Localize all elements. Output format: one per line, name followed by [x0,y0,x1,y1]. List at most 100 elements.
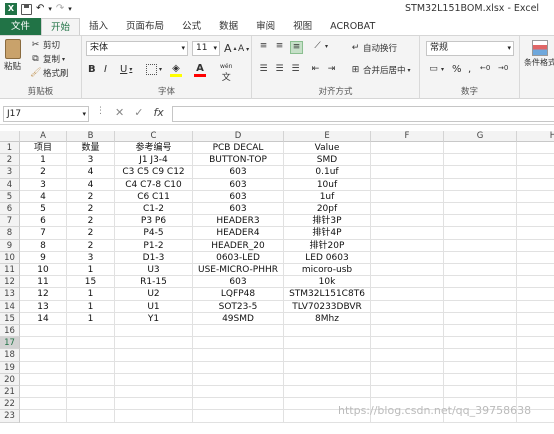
table-cell[interactable]: 5 [20,203,67,216]
font-name-select[interactable]: 宋体 ▾ [86,41,188,56]
customize-quick-access-icon[interactable]: ▾ [68,3,72,15]
table-cell[interactable]: 10k [284,276,371,289]
row-header[interactable]: 22 [0,398,20,411]
table-cell[interactable] [444,312,517,325]
table-cell[interactable]: P4-5 [115,227,193,240]
table-cell[interactable] [371,264,444,277]
table-cell[interactable] [20,349,67,362]
cancel-icon[interactable]: ✕ [115,106,124,119]
table-cell[interactable]: P3 P6 [115,215,193,228]
row-header[interactable]: 19 [0,361,20,374]
row-header[interactable]: 10 [0,251,20,264]
table-cell[interactable]: 603 [193,178,284,191]
table-cell[interactable]: C6 C11 [115,190,193,203]
table-cell[interactable] [517,325,554,338]
table-cell[interactable]: 2 [67,203,115,216]
format-painter-button[interactable]: 🖌 格式刷 [30,67,69,80]
table-cell[interactable]: 11 [20,276,67,289]
table-cell[interactable] [444,215,517,228]
table-cell[interactable]: 排针20P [284,239,371,252]
table-cell[interactable]: 2 [20,166,67,179]
table-cell[interactable] [517,313,554,325]
phonetic-button[interactable]: wén 文 [220,63,232,83]
table-cell[interactable] [371,166,444,179]
table-cell[interactable] [444,361,517,374]
row-header[interactable]: 14 [0,300,20,313]
spreadsheet-grid[interactable]: ABCDEFGHI1项目数量参考编号PCB DECALValue213J1 J3… [0,131,554,434]
table-cell[interactable] [371,300,444,313]
table-cell[interactable]: 数量 [67,142,115,155]
table-cell[interactable]: 603 [193,190,284,203]
table-cell[interactable] [444,203,517,216]
table-cell[interactable]: 12 [20,288,67,301]
tab-page-layout[interactable]: 页面布局 [117,18,173,35]
row-header[interactable]: 9 [0,239,20,252]
copy-button[interactable]: ⧉ 复制 ▾ [30,53,65,66]
table-cell[interactable] [517,154,554,167]
table-cell[interactable] [444,288,517,301]
middle-align-button[interactable]: ≡ [274,41,285,52]
table-cell[interactable]: 4 [67,178,115,191]
table-cell[interactable]: HEADER4 [193,227,284,240]
column-header-d[interactable]: D [193,131,284,142]
increase-decimal-button[interactable]: ←0 [480,64,490,72]
table-cell[interactable]: U3 [115,264,193,277]
table-cell[interactable] [371,239,444,252]
table-cell[interactable] [371,203,444,216]
table-cell[interactable]: 项目 [20,142,67,155]
column-header-h[interactable]: H [517,131,554,142]
tab-insert[interactable]: 插入 [80,18,117,35]
comma-button[interactable]: , [468,64,471,75]
table-cell[interactable] [517,240,554,252]
table-cell[interactable]: 0603-LED [193,251,284,264]
formula-input[interactable] [172,106,554,122]
table-cell[interactable] [517,386,554,399]
align-right-button[interactable]: ☰ [290,64,301,75]
row-header[interactable]: 21 [0,386,20,399]
table-cell[interactable] [67,337,115,350]
table-cell[interactable] [284,337,371,350]
row-header[interactable]: 3 [0,166,20,179]
decrease-decimal-button[interactable]: →0 [498,64,508,72]
column-header-f[interactable]: F [371,131,444,142]
table-cell[interactable] [115,361,193,374]
table-cell[interactable] [193,349,284,362]
table-cell[interactable] [115,386,193,399]
table-cell[interactable]: 参考编号 [115,142,193,155]
table-cell[interactable]: Y1 [115,312,193,325]
tab-file[interactable]: 文件 [0,18,42,35]
table-cell[interactable] [517,252,554,264]
border-button[interactable]: ▾ [146,64,162,75]
table-cell[interactable] [20,398,67,411]
table-cell[interactable] [67,361,115,374]
table-cell[interactable]: micoro-usb [284,264,371,277]
table-cell[interactable] [371,215,444,228]
table-cell[interactable]: 10uf [284,178,371,191]
table-cell[interactable] [20,410,67,423]
table-cell[interactable] [444,386,517,399]
table-cell[interactable] [20,337,67,350]
table-cell[interactable]: LED 0603 [284,251,371,264]
table-cell[interactable] [371,142,444,155]
table-cell[interactable]: 8Mhz [284,312,371,325]
table-cell[interactable] [284,349,371,362]
table-cell[interactable] [115,398,193,411]
orientation-button[interactable]: ⟋ ▾ [312,41,328,52]
table-cell[interactable]: 1 [67,288,115,301]
column-header-a[interactable]: A [20,131,67,142]
accounting-format-button[interactable]: ▭ ▾ [428,64,444,75]
table-cell[interactable]: 15 [67,276,115,289]
row-header[interactable]: 7 [0,215,20,228]
row-header[interactable]: 13 [0,288,20,301]
table-cell[interactable] [517,215,554,228]
undo-icon[interactable]: ↶ [36,3,44,15]
tab-formulas[interactable]: 公式 [173,18,210,35]
table-cell[interactable] [517,264,554,277]
table-cell[interactable]: 排针3P [284,215,371,228]
table-cell[interactable]: 4 [20,190,67,203]
table-cell[interactable]: 603 [193,203,284,216]
tab-view[interactable]: 视图 [284,18,321,35]
table-cell[interactable]: R1-15 [115,276,193,289]
underline-button[interactable]: U ▾ [120,64,132,75]
table-cell[interactable]: BUTTON-TOP [193,154,284,167]
